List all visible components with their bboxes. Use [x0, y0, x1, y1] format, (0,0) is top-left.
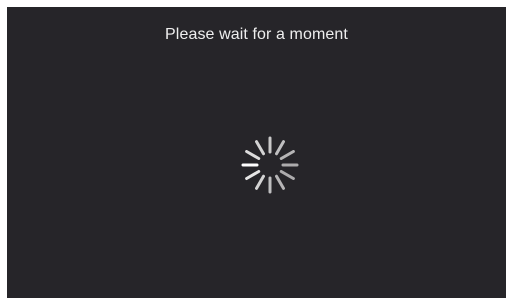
- spinner-spoke: [255, 140, 265, 156]
- spinner-spoke: [245, 150, 261, 160]
- spinner-spoke: [279, 150, 295, 160]
- spinner-spoke: [279, 170, 295, 180]
- spinner-spoke: [275, 140, 285, 156]
- spinner-spoke: [255, 174, 265, 190]
- loading-message: Please wait for a moment: [165, 26, 348, 43]
- spinner-spoke: [245, 170, 261, 180]
- loading-spinner-icon: [240, 135, 300, 195]
- spinner-spoke: [275, 174, 285, 190]
- loading-dialog: Please wait for a moment: [7, 7, 506, 298]
